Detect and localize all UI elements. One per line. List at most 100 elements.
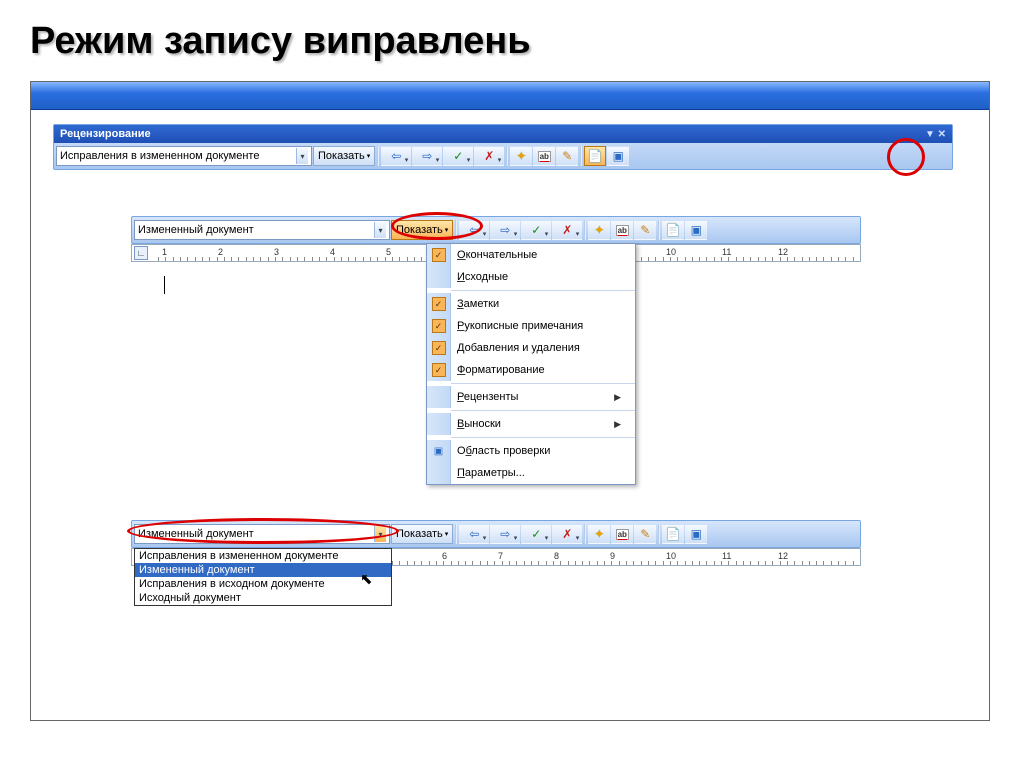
display-mode-combo-open[interactable]: Измененный документ ▾ bbox=[134, 524, 390, 544]
separator bbox=[658, 524, 660, 544]
show-button-active[interactable]: Показать ▾ bbox=[391, 220, 453, 240]
sparkle-icon: ✦ bbox=[516, 149, 526, 163]
ruler-number: 12 bbox=[778, 551, 788, 561]
toolbar-header[interactable]: Рецензирование ▼ ✕ bbox=[54, 125, 952, 143]
chevron-down-icon: ▾ bbox=[374, 526, 386, 542]
review-pane-button[interactable]: ▣ bbox=[607, 146, 629, 166]
pen-button[interactable]: ✎ bbox=[556, 146, 578, 166]
menu-item[interactable]: ▣Область проверки bbox=[427, 440, 635, 462]
check-icon: ✓ bbox=[432, 319, 446, 333]
separator bbox=[506, 146, 508, 166]
menu-icon-col: ✓ bbox=[427, 244, 451, 266]
menu-icon-col: ✓ bbox=[427, 293, 451, 315]
ruler-number: 1 bbox=[162, 247, 167, 257]
list-item[interactable]: Исходный документ bbox=[135, 591, 391, 605]
menu-icon-col bbox=[427, 386, 451, 408]
separator bbox=[584, 220, 586, 240]
tab-selector[interactable]: ∟ bbox=[134, 246, 148, 260]
reject-change-button[interactable]: ✗ bbox=[552, 524, 582, 544]
ruler-number: 12 bbox=[778, 247, 788, 257]
menu-item[interactable]: ✓Добавления и удаления bbox=[427, 337, 635, 359]
next-change-button[interactable]: ⇨ bbox=[490, 524, 520, 544]
cross-icon: ✗ bbox=[484, 149, 494, 163]
pencil-icon: ✎ bbox=[562, 149, 572, 163]
menu-item-label: Рецензенты bbox=[457, 391, 518, 403]
list-item[interactable]: Исправления в исходном документе bbox=[135, 577, 391, 591]
pane-icon: ▣ bbox=[613, 149, 624, 163]
next-change-button[interactable]: ⇨ bbox=[490, 220, 520, 240]
ruler-number: 9 bbox=[610, 551, 615, 561]
display-mode-combo[interactable]: Исправления в измененном документе ▾ bbox=[56, 146, 312, 166]
cross-icon: ✗ bbox=[562, 527, 572, 541]
new-comment-button[interactable]: ✦ bbox=[510, 146, 532, 166]
menu-item[interactable]: Выноски▶ bbox=[427, 413, 635, 435]
menu-separator bbox=[451, 437, 635, 438]
previous-change-button[interactable]: ⇦ bbox=[459, 524, 489, 544]
new-comment-button[interactable]: ✦ bbox=[588, 524, 610, 544]
track-changes-button[interactable]: 📄 bbox=[662, 220, 684, 240]
list-item[interactable]: Измененный документ bbox=[135, 563, 391, 577]
menu-item[interactable]: Исходные bbox=[427, 266, 635, 288]
pencil-icon: ✎ bbox=[640, 223, 650, 237]
accept-change-button[interactable]: ✓ bbox=[521, 524, 551, 544]
menu-item-label: Исходные bbox=[457, 271, 508, 283]
track-changes-button[interactable]: 📄 bbox=[584, 146, 606, 166]
menu-item[interactable]: Рецензенты ▶ bbox=[427, 386, 635, 408]
reject-change-button[interactable]: ✗ bbox=[474, 146, 504, 166]
pen-button[interactable]: ✎ bbox=[634, 220, 656, 240]
menu-item-label: Параметры... bbox=[457, 467, 525, 479]
menu-item[interactable]: Параметры... bbox=[427, 462, 635, 484]
menu-item[interactable]: ✓Форматирование bbox=[427, 359, 635, 381]
review-pane-button[interactable]: ▣ bbox=[685, 524, 707, 544]
highlight-button[interactable]: ab bbox=[611, 220, 633, 240]
separator bbox=[455, 220, 457, 240]
sparkle-icon: ✦ bbox=[594, 527, 604, 541]
highlight-button[interactable]: ab bbox=[611, 524, 633, 544]
combo-value: Исправления в измененном документе bbox=[60, 150, 259, 162]
menu-separator bbox=[451, 290, 635, 291]
list-item[interactable]: Исправления в измененном документе bbox=[135, 549, 391, 563]
review-toolbar-2: Измененный документ ▾ Показать ▾ ⇦ ⇨ ✓ ✗… bbox=[131, 216, 861, 244]
highlight-button[interactable]: ab bbox=[533, 146, 555, 166]
previous-change-button[interactable]: ⇦ bbox=[459, 220, 489, 240]
review-pane-button[interactable]: ▣ bbox=[685, 220, 707, 240]
new-comment-button[interactable]: ✦ bbox=[588, 220, 610, 240]
accept-change-button[interactable]: ✓ bbox=[443, 146, 473, 166]
abc-icon: ab bbox=[538, 151, 551, 162]
display-mode-combo[interactable]: Измененный документ ▾ bbox=[134, 220, 390, 240]
abc-icon: ab bbox=[616, 529, 629, 540]
check-icon: ✓ bbox=[453, 149, 463, 163]
ruler-number: 4 bbox=[330, 247, 335, 257]
chevron-down-icon: ▾ bbox=[374, 222, 386, 238]
arrow-left-icon: ⇦ bbox=[469, 527, 479, 541]
menu-item[interactable]: ✓Рукописные примечания bbox=[427, 315, 635, 337]
reject-change-button[interactable]: ✗ bbox=[552, 220, 582, 240]
toolbar-controls[interactable]: ▼ ✕ bbox=[925, 129, 946, 140]
arrow-left-icon: ⇦ bbox=[469, 223, 479, 237]
pane-icon: ▣ bbox=[691, 223, 702, 237]
menu-separator bbox=[451, 410, 635, 411]
abc-icon: ab bbox=[616, 225, 629, 236]
menu-item-label: Заметки bbox=[457, 298, 499, 310]
menu-item-label: Область проверки bbox=[457, 445, 550, 457]
separator bbox=[658, 220, 660, 240]
menu-icon-col: ✓ bbox=[427, 337, 451, 359]
check-icon: ✓ bbox=[432, 297, 446, 311]
previous-change-button[interactable]: ⇦ bbox=[381, 146, 411, 166]
track-changes-button[interactable]: 📄 bbox=[662, 524, 684, 544]
next-change-button[interactable]: ⇨ bbox=[412, 146, 442, 166]
menu-item[interactable]: ✓ Заметки bbox=[427, 293, 635, 315]
accept-change-button[interactable]: ✓ bbox=[521, 220, 551, 240]
menu-item-label: Форматирование bbox=[457, 364, 545, 376]
menu-item[interactable]: ✓Окончательные bbox=[427, 244, 635, 266]
submenu-arrow-icon: ▶ bbox=[614, 392, 621, 403]
pen-button[interactable]: ✎ bbox=[634, 524, 656, 544]
separator bbox=[377, 146, 379, 166]
show-menu-dropdown: ✓Окончательные Исходные ✓ Заметки ✓Рукописны… bbox=[426, 243, 636, 485]
show-button[interactable]: Показать ▾ bbox=[313, 146, 375, 166]
arrow-right-icon: ⇨ bbox=[500, 223, 510, 237]
combo-value: Измененный документ bbox=[138, 224, 254, 236]
show-button[interactable]: Показать ▾ bbox=[391, 524, 453, 544]
menu-item-label: Выноски bbox=[457, 418, 501, 430]
chevron-down-icon: ▾ bbox=[367, 152, 371, 160]
